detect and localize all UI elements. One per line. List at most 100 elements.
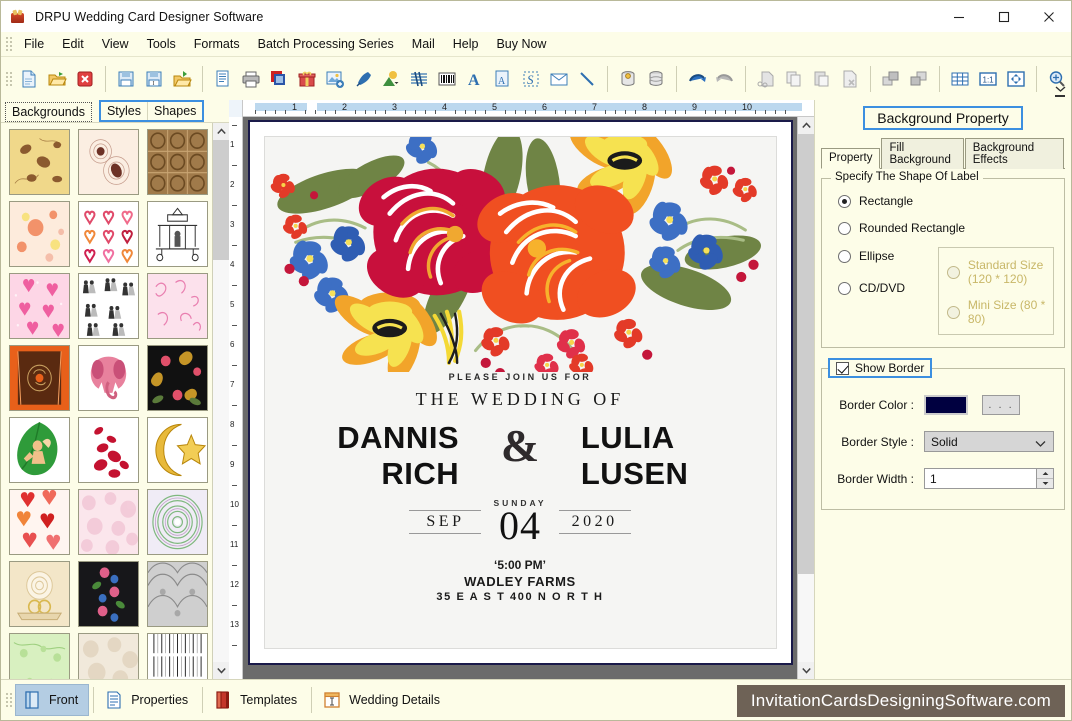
scroll-down-icon[interactable] (212, 662, 230, 679)
background-thumb-grey-damask-lace[interactable] (147, 561, 208, 627)
background-thumb-cream-texture[interactable] (78, 633, 139, 679)
border-width-spin-buttons[interactable] (1036, 469, 1053, 488)
background-thumb-pink-hearts-dots[interactable] (9, 273, 70, 339)
border-color-swatch[interactable] (924, 395, 968, 415)
new-document-icon[interactable] (16, 64, 42, 94)
tab-background-effects[interactable]: Background Effects (964, 138, 1064, 169)
menu-edit[interactable]: Edit (53, 34, 93, 54)
watermark-icon[interactable] (406, 64, 432, 94)
print-preview-icon[interactable] (210, 64, 236, 94)
background-thumb-red-glitter-hearts[interactable] (9, 489, 70, 555)
background-thumb-red-rose-petals[interactable] (78, 417, 139, 483)
undo-icon[interactable] (684, 64, 710, 94)
background-thumb-pink-heart-swirls[interactable] (147, 273, 208, 339)
design-canvas[interactable]: PLEASE JOIN US FOR THE WEDDING OF DANNIS… (243, 117, 797, 679)
card-day[interactable]: 04 (493, 506, 546, 546)
left-scroll-track[interactable] (212, 140, 230, 662)
maximize-button[interactable] (981, 1, 1026, 32)
bottom-bar-grip-handle[interactable] (5, 692, 12, 708)
card-name-left-last[interactable]: RICH (276, 456, 460, 492)
border-style-select[interactable]: Solid (924, 431, 1054, 452)
save-icon[interactable] (113, 64, 139, 94)
radio-rectangle[interactable]: Rectangle (838, 194, 1054, 208)
card-venue-address[interactable]: 35 E A S T 400 N O R T H (265, 591, 776, 603)
bring-to-front-icon[interactable] (878, 64, 904, 94)
menu-tools[interactable]: Tools (138, 34, 185, 54)
card-name-left-first[interactable]: DANNIS (276, 420, 460, 456)
menu-file[interactable]: File (15, 34, 53, 54)
background-thumb-light-green-floral[interactable] (9, 633, 70, 679)
canvas-scroll-track[interactable] (797, 134, 815, 662)
envelope-icon[interactable] (546, 64, 572, 94)
background-thumb-wedding-couple-sketches[interactable] (78, 273, 139, 339)
radio-standard-size[interactable]: Standard Size (120 * 120) (946, 258, 1047, 286)
background-thumb-mandap-line-art[interactable] (147, 201, 208, 267)
tab-property[interactable]: Property (821, 148, 881, 169)
actual-size-icon[interactable]: 1:1 (975, 64, 1001, 94)
canvas-scroll-up-icon[interactable] (797, 117, 815, 134)
save-as-icon[interactable]: I (141, 64, 167, 94)
canvas-scroll-down-icon[interactable] (797, 662, 815, 679)
save-to-folder-icon[interactable] (169, 64, 195, 94)
tab-shapes[interactable]: Shapes (148, 102, 203, 120)
gift-icon[interactable] (294, 64, 320, 94)
card-venue-name[interactable]: WADLEY FARMS (265, 574, 776, 589)
border-width-value[interactable]: 1 (930, 472, 937, 486)
radio-cd-dvd-indicator[interactable] (838, 281, 851, 295)
close-button[interactable] (1026, 1, 1071, 32)
canvas-scrollbar[interactable] (797, 117, 815, 679)
scroll-up-icon[interactable] (212, 123, 230, 140)
card-year[interactable]: 2020 (558, 510, 631, 535)
close-document-icon[interactable] (72, 64, 98, 94)
bottom-tab-templates[interactable]: Templates (207, 684, 307, 716)
background-thumb-black-floral-border[interactable] (78, 561, 139, 627)
background-thumb-peach-floral-pastel[interactable] (9, 201, 70, 267)
canvas-scroll-thumb[interactable] (797, 134, 815, 574)
copy-icon[interactable] (781, 64, 807, 94)
background-thumb-black-gold-floral[interactable] (147, 345, 208, 411)
background-thumb-cream-rose-rings[interactable] (9, 561, 70, 627)
tab-backgrounds[interactable]: Backgrounds (5, 102, 92, 122)
menu-batch-processing-series[interactable]: Batch Processing Series (249, 34, 403, 54)
open-folder-icon[interactable] (44, 64, 70, 94)
database-icon[interactable] (643, 64, 669, 94)
print-icon[interactable] (238, 64, 264, 94)
card-month[interactable]: SEP (409, 510, 482, 535)
radio-standard-size-indicator[interactable] (946, 265, 960, 279)
show-border-checkbox[interactable]: Show Border (828, 358, 933, 378)
card-wedding-line[interactable]: THE WEDDING OF (265, 389, 776, 410)
card-design-surface[interactable]: PLEASE JOIN US FOR THE WEDDING OF DANNIS… (263, 136, 777, 649)
border-width-stepper[interactable]: 1 (924, 468, 1054, 489)
radio-mini-size[interactable]: Mini Size (80 * 80) (946, 298, 1047, 326)
send-to-back-icon[interactable] (906, 64, 932, 94)
bottom-tab-properties[interactable]: Properties (98, 684, 198, 716)
fit-to-window-icon[interactable] (1003, 64, 1029, 94)
card-ampersand[interactable]: & (465, 422, 575, 470)
radio-rectangle-indicator[interactable] (838, 194, 851, 208)
batch-print-icon[interactable] (266, 64, 292, 94)
tab-fill-background[interactable]: Fill Background (881, 138, 964, 169)
menu-buy-now[interactable]: Buy Now (487, 34, 555, 54)
cut-icon[interactable] (753, 64, 779, 94)
radio-cd-dvd[interactable]: CD/DVD (838, 281, 932, 295)
background-thumb-pink-elephant[interactable] (78, 345, 139, 411)
background-thumb-green-leaf-cherub[interactable] (9, 417, 70, 483)
grid-icon[interactable] (947, 64, 973, 94)
insert-image-icon[interactable] (322, 64, 348, 94)
background-thumb-golden-butterfly-pattern[interactable] (9, 129, 70, 195)
card-name-right[interactable]: LULIA LUSEN (575, 420, 765, 492)
menu-grip-handle[interactable] (5, 36, 12, 52)
spin-up-icon[interactable] (1037, 469, 1053, 479)
tab-styles[interactable]: Styles (100, 102, 149, 120)
card-join-line[interactable]: PLEASE JOIN US FOR (265, 372, 776, 382)
spin-down-icon[interactable] (1037, 479, 1053, 488)
border-color-browse-button[interactable]: . . . (982, 395, 1020, 415)
text-box-icon[interactable]: A (490, 64, 516, 94)
radio-mini-size-indicator[interactable] (946, 305, 960, 319)
menu-mail[interactable]: Mail (403, 34, 444, 54)
card-page[interactable]: PLEASE JOIN US FOR THE WEDDING OF DANNIS… (247, 120, 793, 665)
background-thumb-pale-pink-marble[interactable] (78, 489, 139, 555)
card-time[interactable]: ‘5:00 PM’ (265, 558, 776, 572)
pen-tool-icon[interactable] (350, 64, 376, 94)
show-border-checkbox-indicator[interactable] (836, 361, 849, 375)
